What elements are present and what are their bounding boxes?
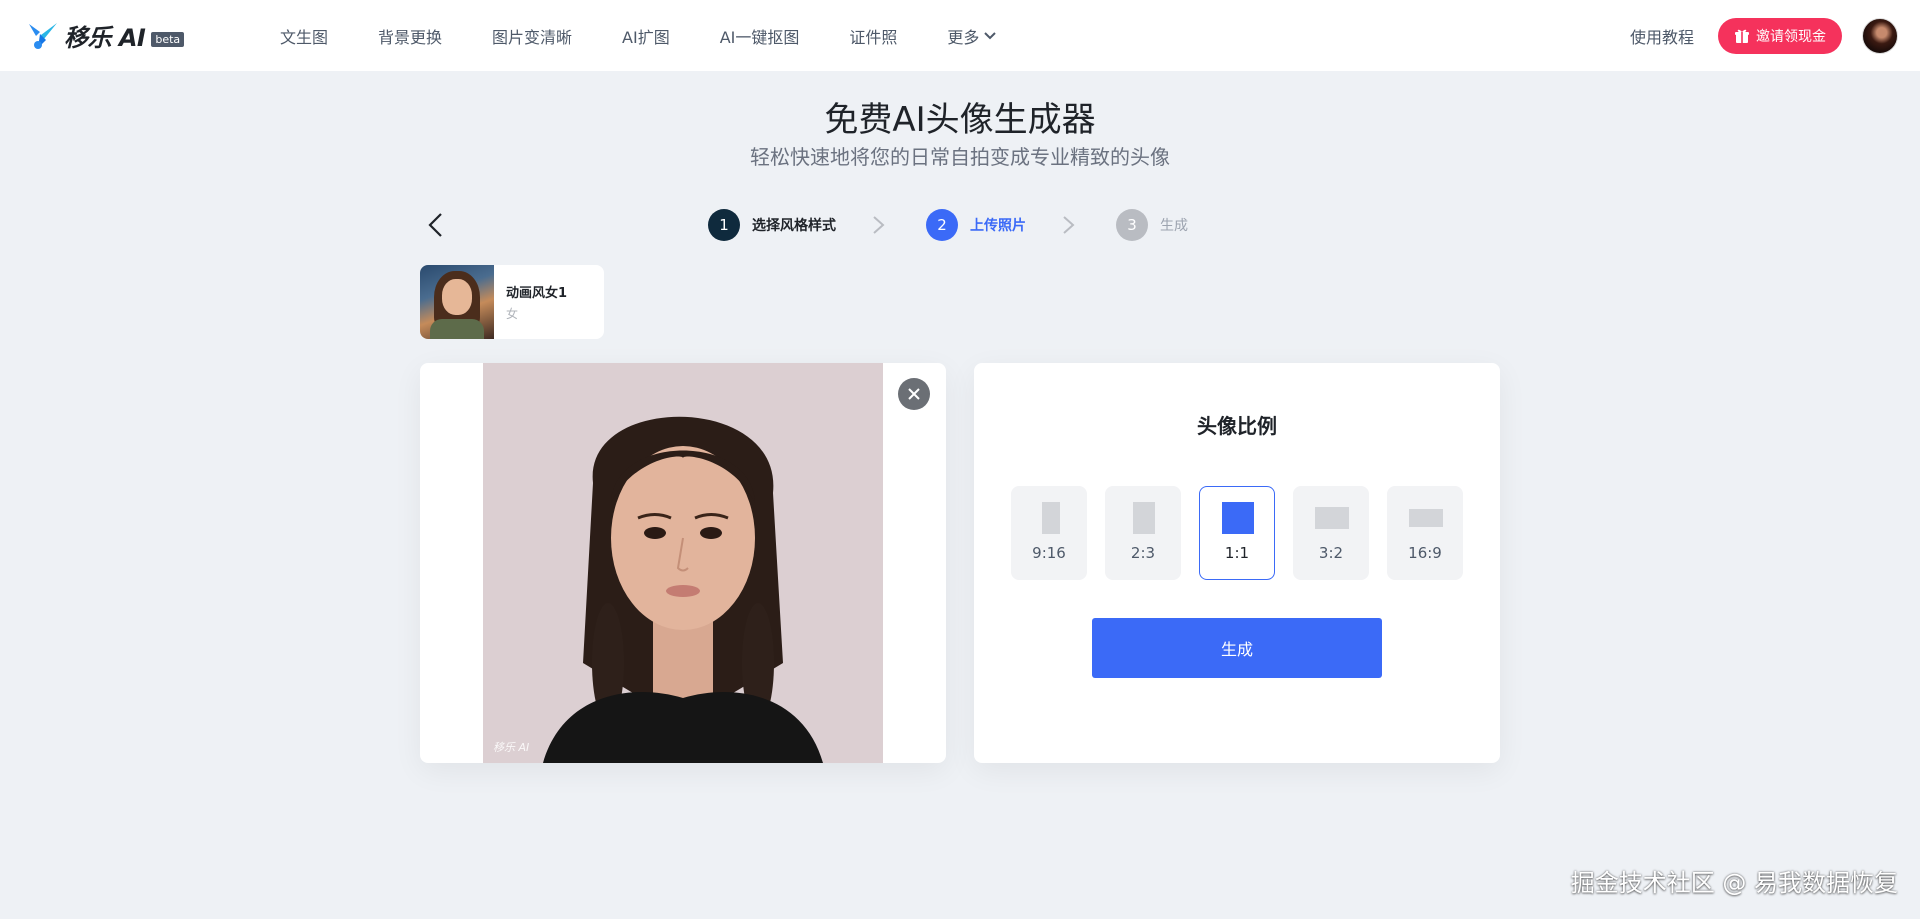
chevron-right-icon (873, 216, 885, 234)
step-1-label: 选择风格样式 (752, 218, 836, 234)
generate-button[interactable]: 生成 (1092, 618, 1382, 678)
nav-item-text-to-image[interactable]: 文生图 (280, 24, 328, 48)
step-1-number: 1 (708, 209, 740, 241)
nav-item-image-enhance[interactable]: 图片变清晰 (492, 24, 572, 48)
step-3-number: 3 (1116, 209, 1148, 241)
ratio-shape-icon (1222, 502, 1254, 534)
close-icon (908, 388, 920, 400)
step-1: 1 选择风格样式 (708, 209, 836, 241)
nav-item-ai-expand[interactable]: AI扩图 (622, 24, 670, 48)
ratio-options: 9:16 2:3 1:1 3:2 16:9 (1011, 486, 1463, 580)
ratio-label: 1:1 (1224, 544, 1250, 562)
logo-text: 移乐 AI (64, 23, 146, 52)
logo[interactable]: 移乐 AI beta (26, 18, 185, 52)
ratio-option-2-3[interactable]: 2:3 (1105, 486, 1181, 580)
invite-cash-button[interactable]: 邀请领现金 (1718, 17, 1842, 54)
back-arrow-icon[interactable] (426, 212, 446, 238)
site-watermark: 掘金技术社区 @ 易我数据恢复 (1570, 869, 1898, 897)
chevron-right-icon (1063, 216, 1075, 234)
tutorial-link[interactable]: 使用教程 (1630, 24, 1694, 48)
ratio-shape-icon (1042, 502, 1060, 534)
ratio-label: 2:3 (1130, 544, 1156, 562)
style-thumbnail (420, 265, 494, 339)
ratio-option-3-2[interactable]: 3:2 (1293, 486, 1369, 580)
chevron-down-icon (984, 31, 997, 39)
ratio-title: 头像比例 (1197, 414, 1277, 438)
nav-item-more-label: 更多 (947, 27, 980, 47)
top-navigation-bar: 移乐 AI beta 文生图 背景更换 图片变清晰 AI扩图 AI一键抠图 证件… (0, 0, 1920, 71)
header-actions: 使用教程 邀请领现金 (1630, 0, 1898, 71)
uploaded-photo: 移乐 AI (483, 363, 883, 763)
step-2-number: 2 (926, 209, 958, 241)
aspect-ratio-panel: 头像比例 9:16 2:3 1:1 3:2 16:9 生成 (974, 363, 1500, 763)
style-info: 动画风女1 女 (506, 282, 567, 322)
main-nav: 文生图 背景更换 图片变清晰 AI扩图 AI一键抠图 证件照 更多 (280, 0, 1046, 71)
ratio-shape-icon (1409, 509, 1443, 527)
ratio-shape-icon (1315, 507, 1349, 529)
ratio-option-1-1[interactable]: 1:1 (1199, 486, 1275, 580)
photo-watermark: 移乐 AI (493, 741, 530, 754)
step-3-label: 生成 (1160, 218, 1188, 234)
ratio-shape-icon (1133, 502, 1155, 534)
invite-cash-label: 邀请领现金 (1756, 28, 1826, 45)
step-3: 3 生成 (1116, 209, 1188, 241)
gift-icon (1735, 29, 1749, 43)
ratio-option-9-16[interactable]: 9:16 (1011, 486, 1087, 580)
ratio-label: 16:9 (1408, 544, 1442, 562)
nav-item-id-photo[interactable]: 证件照 (849, 24, 897, 48)
logo-mark-icon (29, 23, 57, 49)
step-indicator: 1 选择风格样式 2 上传照片 3 生成 (708, 209, 1188, 241)
user-avatar[interactable] (1862, 17, 1898, 54)
nav-item-ai-cutout[interactable]: AI一键抠图 (720, 24, 800, 48)
ratio-option-16-9[interactable]: 16:9 (1387, 486, 1463, 580)
ratio-label: 3:2 (1318, 544, 1344, 562)
nav-item-more[interactable]: 更多 (947, 24, 997, 48)
step-2: 2 上传照片 (926, 209, 1026, 241)
portrait-image (483, 363, 883, 763)
selected-style-card[interactable]: 动画风女1 女 (420, 265, 604, 339)
style-name: 动画风女1 (506, 286, 568, 301)
remove-photo-button[interactable] (898, 378, 930, 410)
nav-item-background-replace[interactable]: 背景更换 (378, 24, 442, 48)
uploaded-photo-panel: 移乐 AI (420, 363, 946, 763)
style-gender: 女 (506, 307, 519, 321)
beta-badge: beta (151, 31, 185, 47)
step-2-label: 上传照片 (970, 218, 1026, 234)
page-subtitle: 轻松快速地将您的日常自拍变成专业精致的头像 (750, 145, 1170, 169)
page-title: 免费AI头像生成器 (824, 100, 1096, 140)
ratio-label: 9:16 (1032, 544, 1066, 562)
